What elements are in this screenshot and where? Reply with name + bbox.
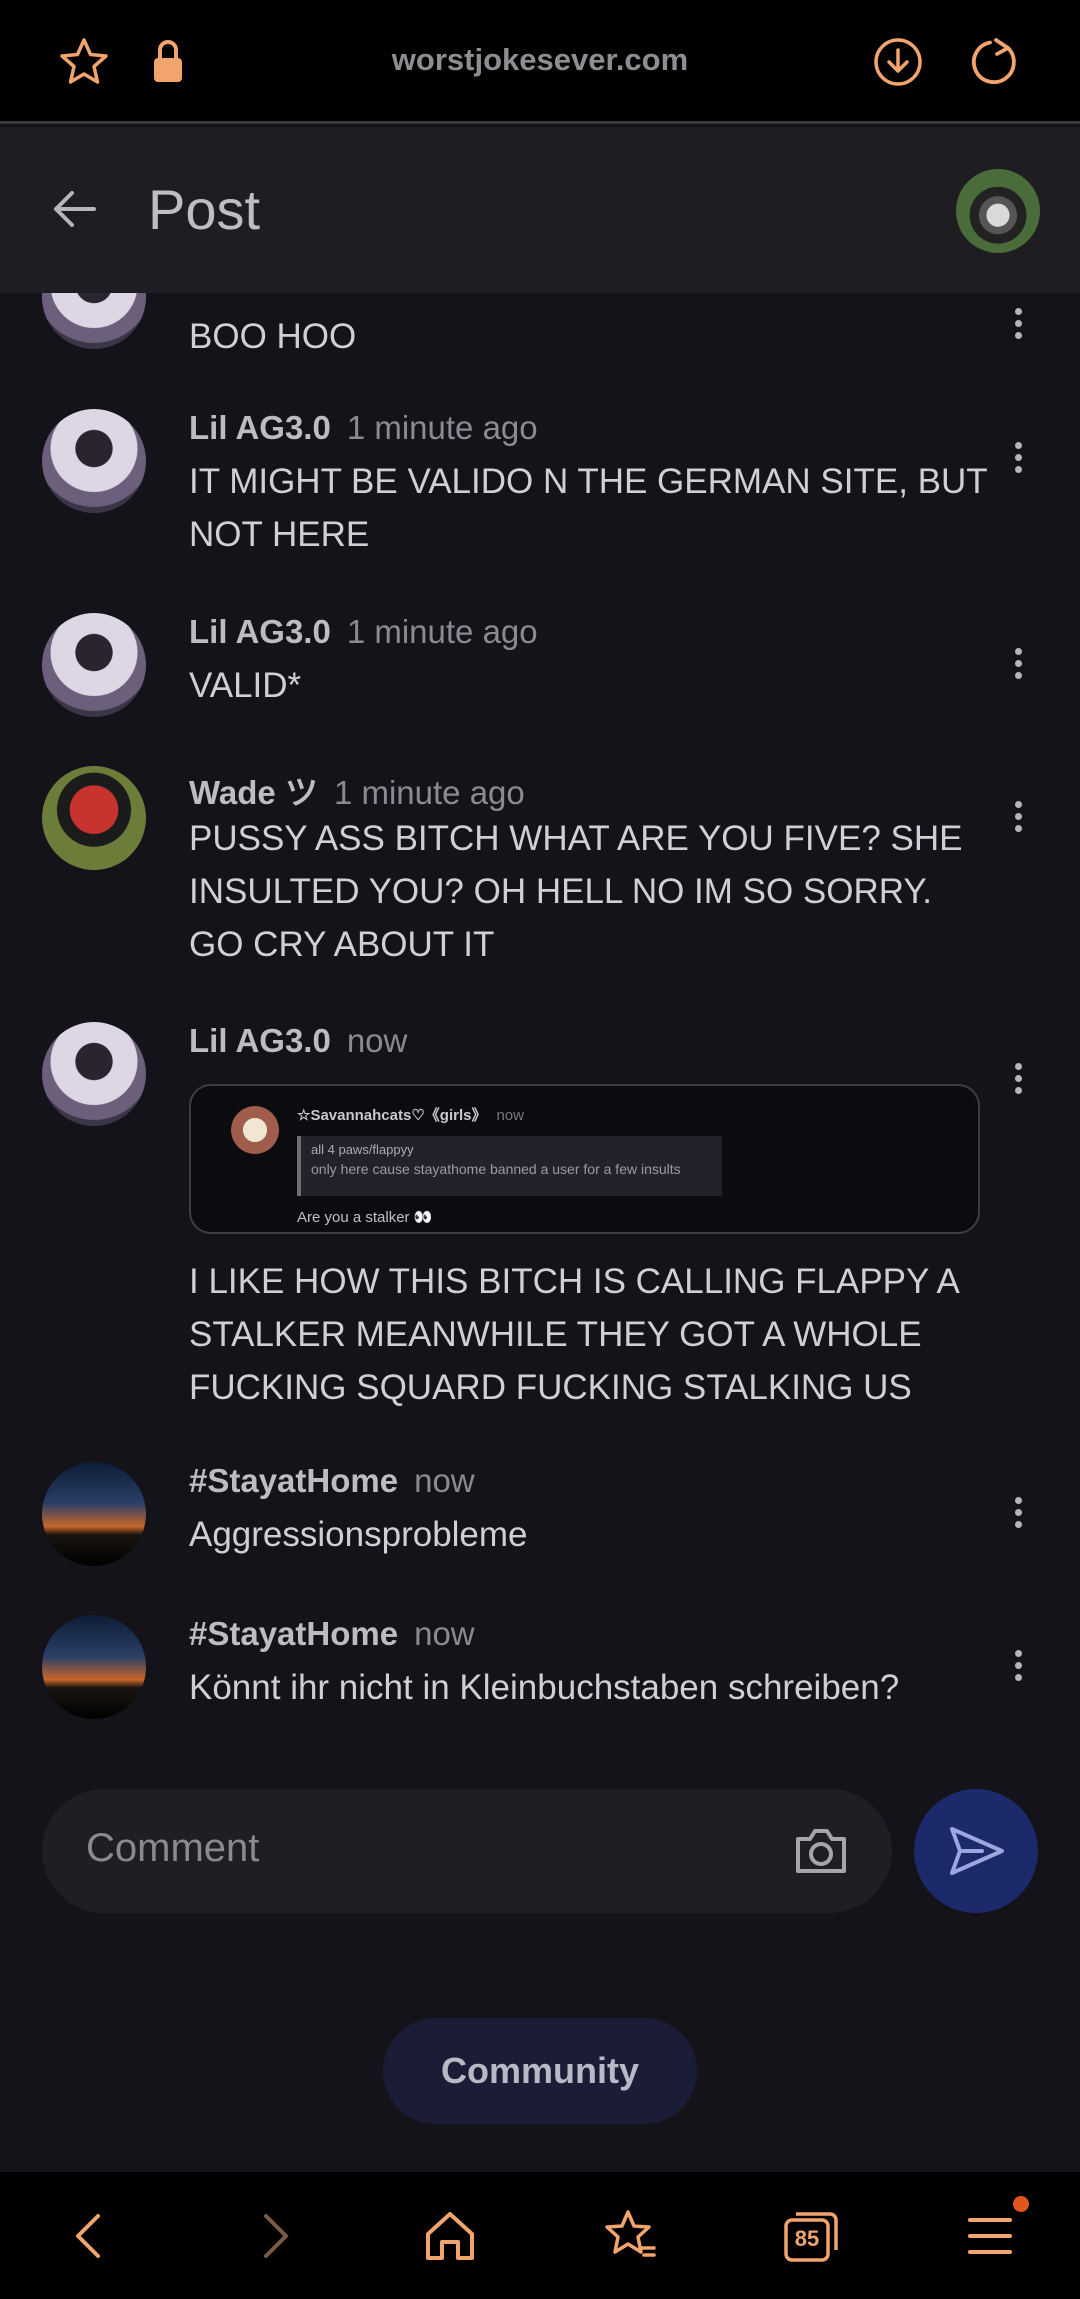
comment-text: I LIKE HOW THIS BITCH IS CALLING FLAPPY … [189, 1262, 958, 1407]
browser-bottom-nav: 85 [0, 2172, 1080, 2299]
reload-icon[interactable] [968, 36, 1020, 88]
avatar[interactable] [42, 1022, 146, 1126]
avatar[interactable] [42, 1462, 146, 1566]
bookmarks-icon[interactable] [602, 2208, 658, 2264]
avatar[interactable] [42, 766, 146, 870]
embed-username: ☆Savannahcats♡《girls》 [297, 1107, 487, 1124]
comment-time: now [346, 1022, 408, 1059]
comment-author[interactable]: #StayatHome [189, 1615, 398, 1652]
embed-message: Are you a stalker 👀 [297, 1209, 433, 1226]
comment-text: Aggressionsprobleme [189, 1515, 528, 1554]
back-icon[interactable] [62, 2208, 118, 2264]
tabs-button[interactable]: 85 [782, 2208, 840, 2264]
home-icon[interactable] [422, 2208, 478, 2264]
comment-time: now [414, 1462, 475, 1499]
embed-time: now [496, 1107, 524, 1124]
comment-author[interactable]: #StayatHome [189, 1462, 398, 1499]
user-avatar[interactable] [956, 169, 1040, 253]
comment-text: Könnt ihr nicht in Kleinbuchstaben schre… [189, 1668, 900, 1707]
avatar[interactable] [42, 613, 146, 717]
embedded-screenshot[interactable]: ☆Savannahcats♡《girls》 now all 4 paws/flap… [189, 1084, 980, 1234]
embed-quote-title: all 4 paws/flappyy [311, 1142, 414, 1157]
avatar[interactable] [42, 293, 146, 349]
avatar[interactable] [42, 409, 146, 513]
comment-author[interactable]: Lil AG3.0 [189, 613, 331, 650]
comment-input[interactable] [84, 1825, 748, 1872]
menu-icon[interactable] [962, 2208, 1018, 2264]
more-options-icon[interactable] [1006, 439, 1030, 479]
comment-text: VALID* [189, 666, 302, 705]
comment-composer [42, 1789, 892, 1913]
more-options-icon[interactable] [1006, 1060, 1030, 1100]
more-options-icon[interactable] [1006, 798, 1030, 838]
comment-text: IT MIGHT BE VALIDO N THE GERMAN SITE, BU… [189, 462, 988, 554]
comment-author[interactable]: Wade ツ [189, 774, 318, 811]
send-button[interactable] [914, 1789, 1038, 1913]
download-icon[interactable] [872, 36, 924, 88]
notification-dot [1013, 2196, 1029, 2212]
comments-list: BOO HOO Lil AG3.0 1 minute ago IT MIGHT B… [0, 293, 1080, 1733]
comment-time: now [414, 1615, 475, 1652]
tabs-count: 85 [794, 2226, 820, 2251]
camera-icon[interactable] [792, 1823, 850, 1879]
more-options-icon[interactable] [1006, 1647, 1030, 1687]
more-options-icon[interactable] [1006, 645, 1030, 685]
app-header: Post [0, 127, 1080, 293]
comment-time: 1 minute ago [346, 409, 538, 446]
comment-time: 1 minute ago [346, 613, 538, 650]
community-button[interactable]: Community [383, 2018, 697, 2124]
back-arrow-icon[interactable] [48, 183, 100, 235]
comment-author[interactable]: Lil AG3.0 [189, 409, 331, 446]
avatar[interactable] [42, 1615, 146, 1719]
comment-text: PUSSY ASS BITCH WHAT ARE YOU FIVE? SHE I… [189, 819, 963, 964]
send-icon [950, 1827, 1004, 1875]
page-title: Post [148, 178, 261, 241]
comment-time: 1 minute ago [333, 774, 525, 811]
forward-icon[interactable] [246, 2208, 302, 2264]
embed-quote: all 4 paws/flappyy only here cause staya… [297, 1136, 722, 1196]
comment-author[interactable]: Lil AG3.0 [189, 1022, 331, 1059]
comment-text: BOO HOO [189, 317, 357, 356]
embed-quote-text: only here cause stayathome banned a user… [311, 1161, 681, 1177]
more-options-icon[interactable] [1006, 305, 1030, 345]
more-options-icon[interactable] [1006, 1494, 1030, 1534]
embed-avatar [231, 1106, 279, 1154]
browser-toolbar: worstjokesever.com [0, 0, 1080, 124]
